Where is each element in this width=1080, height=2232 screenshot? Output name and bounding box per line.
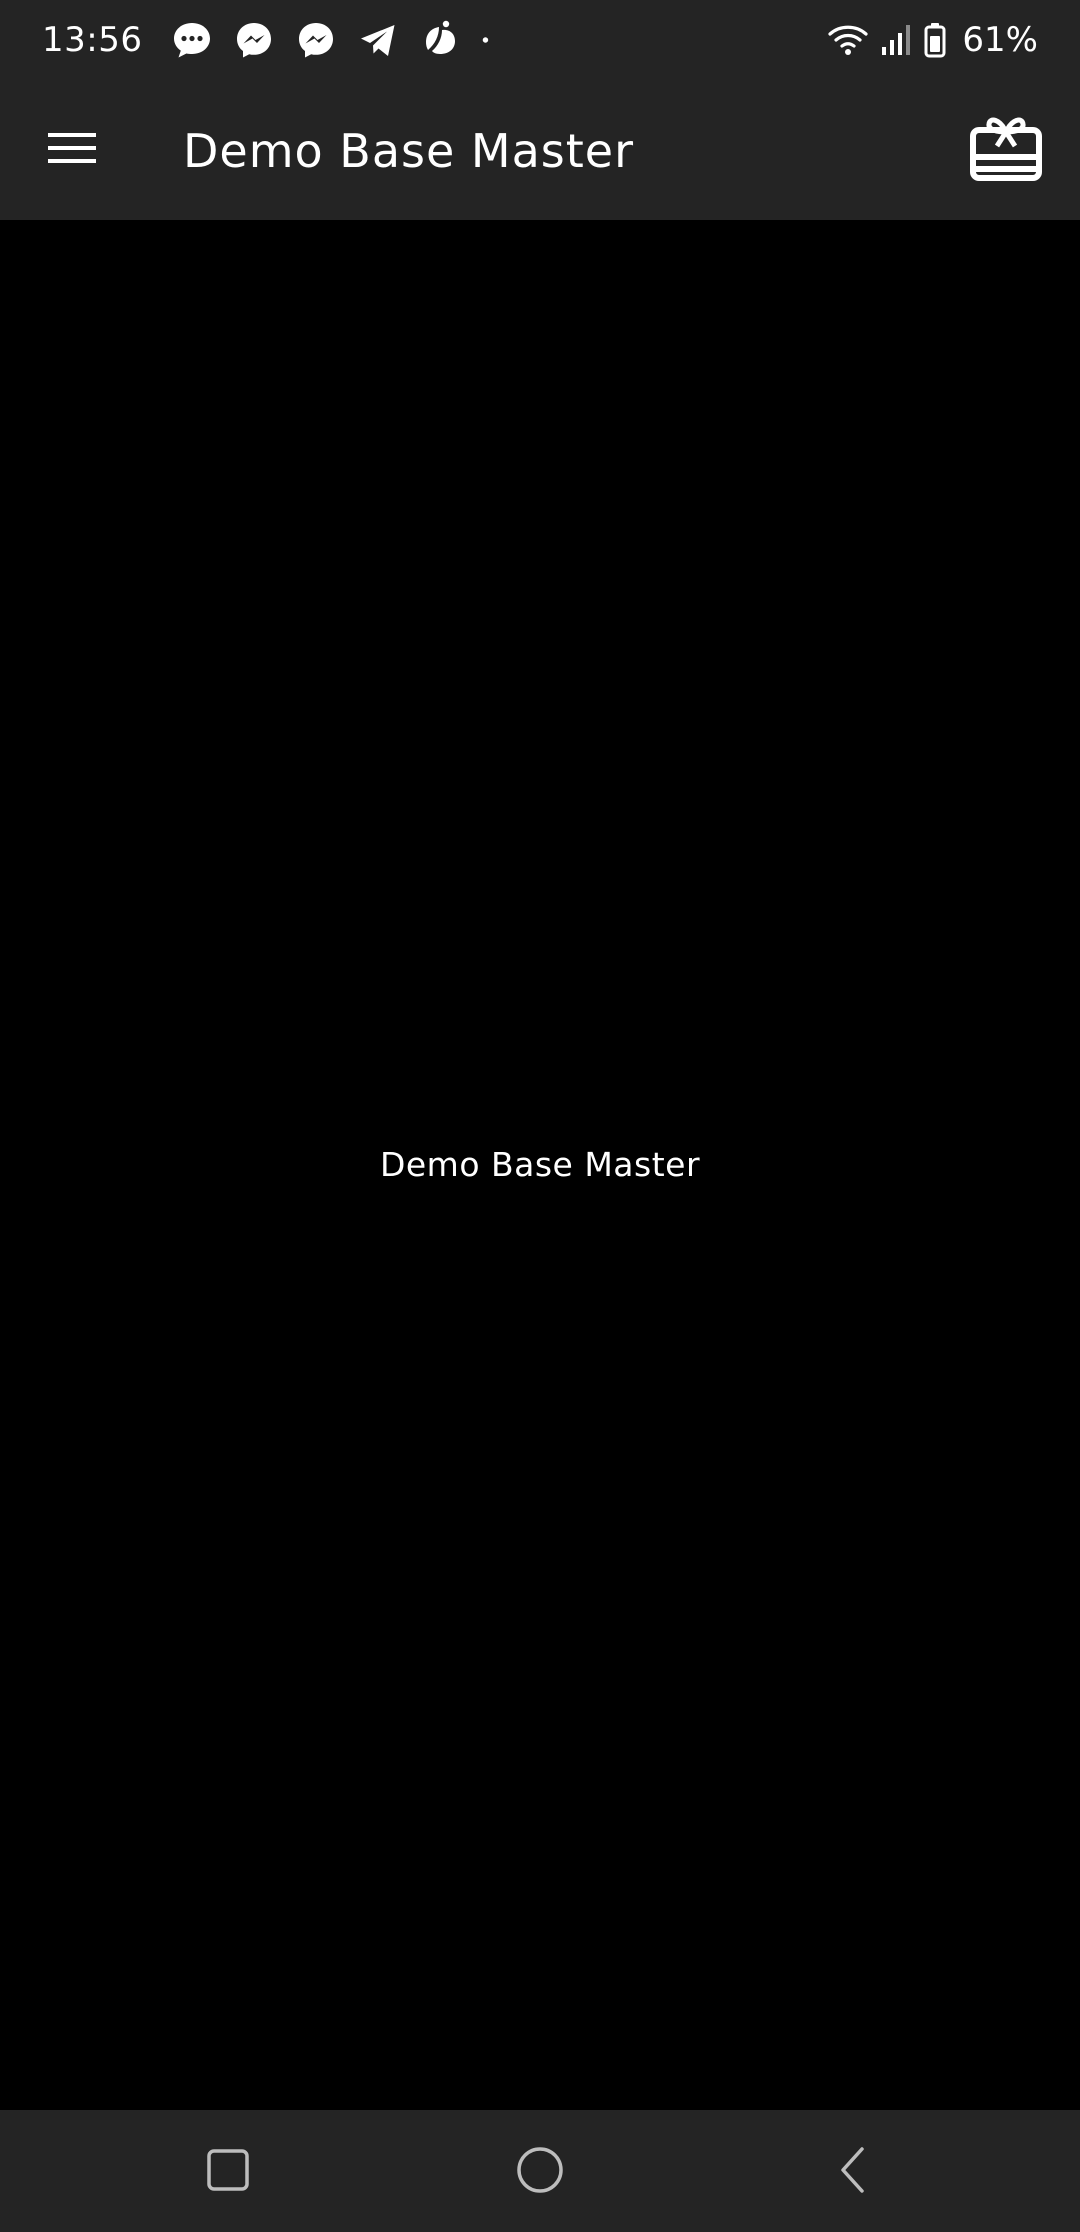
status-right: 61% (828, 20, 1038, 60)
status-left: 13:56 (42, 18, 504, 62)
status-bar: 13:56 61% (0, 0, 1080, 80)
gift-card-icon (970, 114, 1042, 186)
center-text: Demo Base Master (379, 1145, 701, 1184)
main-content: Demo Base Master (0, 220, 1080, 2110)
menu-icon (48, 130, 96, 170)
message-icon (170, 18, 214, 62)
home-icon (515, 2145, 565, 2199)
wifi-icon (828, 23, 869, 57)
notification-icons (170, 18, 504, 62)
telegram-icon (356, 18, 400, 62)
battery-percent: 61% (962, 20, 1038, 60)
navigation-bar (0, 2110, 1080, 2232)
home-button[interactable] (500, 2132, 580, 2212)
menu-button[interactable] (30, 108, 114, 192)
leaf-app-icon (418, 18, 462, 62)
messenger-icon (232, 18, 276, 62)
battery-icon (924, 22, 946, 58)
recents-icon (205, 2147, 251, 2197)
gift-card-button[interactable] (962, 106, 1050, 194)
screen: 13:56 61% Demo Base Master Demo Base Mas… (0, 0, 1080, 2232)
status-time: 13:56 (42, 20, 143, 60)
recents-button[interactable] (188, 2132, 268, 2212)
back-icon (837, 2145, 867, 2199)
signal-icon (880, 23, 912, 57)
back-button[interactable] (812, 2132, 892, 2212)
app-bar: Demo Base Master (0, 80, 1080, 220)
more-dot-icon (480, 18, 504, 62)
messenger-icon (294, 18, 338, 62)
app-title: Demo Base Master (183, 124, 635, 178)
